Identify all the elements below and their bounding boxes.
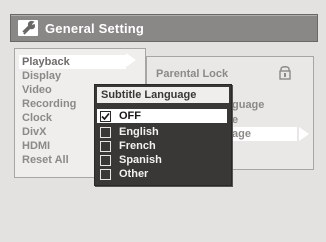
- right-item-language-partial[interactable]: guage: [232, 98, 264, 112]
- checkbox-icon[interactable]: [100, 141, 111, 152]
- screen-frame: General Setting Playback Display Video R…: [0, 0, 326, 242]
- option-label: Other: [119, 168, 149, 180]
- right-item-subtitle-language-partial[interactable]: age: [232, 127, 251, 141]
- checkbox-icon[interactable]: [100, 111, 111, 122]
- option-off[interactable]: OFF: [97, 109, 227, 123]
- right-selection-arrow-icon: [299, 127, 309, 141]
- option-label: English: [119, 126, 159, 138]
- menu-item-recording[interactable]: Recording: [22, 97, 76, 111]
- option-label: Spanish: [119, 154, 162, 166]
- menu-item-display[interactable]: Display: [22, 69, 61, 83]
- right-item-e-partial[interactable]: e: [232, 113, 238, 127]
- menu-item-playback[interactable]: Playback: [19, 55, 126, 69]
- lock-icon: [279, 66, 291, 80]
- popup-title: Subtitle Language: [97, 87, 229, 103]
- checkbox-icon[interactable]: [100, 169, 111, 180]
- wrench-icon: [17, 19, 39, 37]
- menu-item-divx[interactable]: DivX: [22, 125, 46, 139]
- option-label: French: [119, 140, 156, 152]
- selection-arrow-icon: [126, 53, 136, 67]
- title-bar: General Setting: [10, 14, 318, 42]
- option-label: OFF: [119, 110, 141, 122]
- right-item-parental-lock[interactable]: Parental Lock: [156, 67, 228, 81]
- menu-item-video[interactable]: Video: [22, 83, 52, 97]
- window-title: General Setting: [45, 20, 145, 36]
- checkbox-icon[interactable]: [100, 155, 111, 166]
- checkbox-icon[interactable]: [100, 127, 111, 138]
- menu-item-hdmi[interactable]: HDMI: [22, 139, 50, 153]
- menu-item-clock[interactable]: Clock: [22, 111, 52, 125]
- menu-item-reset-all[interactable]: Reset All: [22, 153, 69, 167]
- subtitle-language-popup: Subtitle Language OFF English French Spa…: [94, 84, 232, 186]
